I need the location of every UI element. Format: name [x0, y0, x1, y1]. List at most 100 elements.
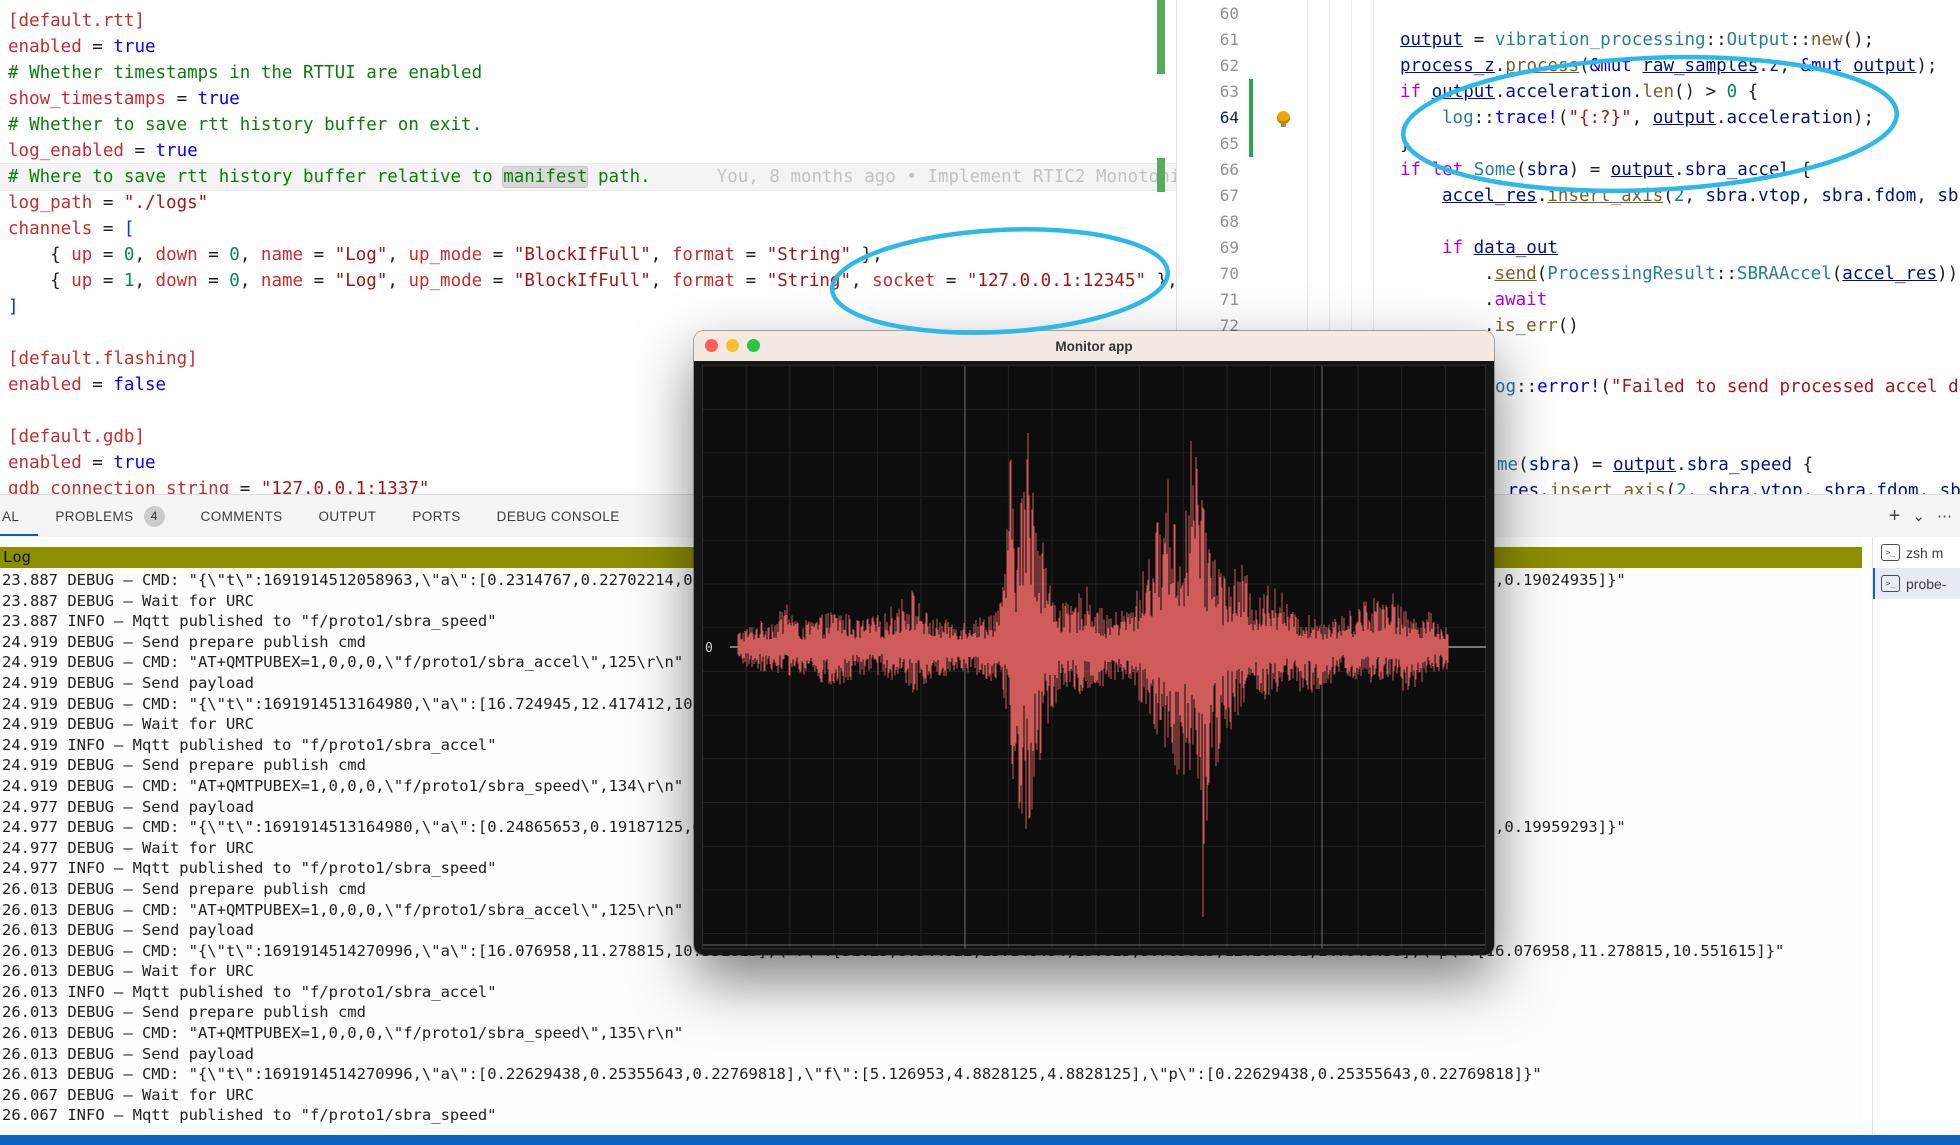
code-token: (	[1518, 455, 1529, 475]
code-token: ,	[134, 245, 155, 265]
code-token	[1421, 82, 1432, 102]
gutter-change-bar	[1249, 131, 1253, 157]
code-token: log_path	[8, 193, 92, 213]
code-token: sbra	[1708, 481, 1750, 494]
rust-code-line: 67 accel_res.insert_axis(2, sbra.vtop, sb…	[1177, 183, 1960, 209]
waveform-chart: 0	[702, 365, 1486, 949]
close-button[interactable]	[705, 339, 718, 352]
terminal-dropdown-button[interactable]: ⌄	[1912, 507, 1925, 525]
code-token: "Failed to send processed accel da	[1611, 377, 1960, 397]
code-token: ();	[1843, 30, 1875, 50]
code-token: "Log"	[335, 245, 388, 265]
code-token: process	[1505, 56, 1579, 76]
code-token: [default.rtt]	[8, 11, 145, 31]
code-token: len	[1642, 82, 1674, 102]
new-terminal-button[interactable]: +	[1889, 505, 1901, 528]
tab-problems[interactable]: PROBLEMS4	[55, 506, 164, 527]
terminal-list-item-zsh-m[interactable]: >_zsh m	[1873, 537, 1960, 568]
code-token: output	[1400, 30, 1463, 50]
code-token: # Whether to save rtt history buffer on …	[8, 115, 482, 135]
code-token: 0	[1727, 82, 1738, 102]
code-token: socket	[872, 271, 935, 291]
rust-code-line: 71.await	[1177, 287, 1960, 313]
tab-label: DEBUG CONSOLE	[497, 509, 620, 524]
code-token: ,	[651, 245, 672, 265]
code-token: ,	[240, 245, 261, 265]
tab-label: PROBLEMS	[55, 509, 133, 524]
code-token: ::	[1706, 30, 1727, 50]
lightbulb-icon[interactable]	[1277, 111, 1290, 124]
code-token: &mut	[1590, 56, 1632, 76]
code-token: process_z	[1400, 56, 1495, 76]
log-line: 26.013 DEBUG – CMD: "AT+QMTPUBEX=1,0,0,0…	[0, 1023, 1862, 1044]
code-token: ,	[1919, 481, 1940, 494]
more-actions-button[interactable]: ⋯	[1937, 507, 1952, 525]
code-token: "BlockIfFull"	[514, 245, 651, 265]
code-token: =	[166, 89, 198, 109]
code-token: accel_res	[1842, 264, 1937, 284]
tab-al[interactable]: AL	[2, 509, 19, 524]
code-token: let	[1432, 160, 1464, 180]
code-token: 0	[229, 245, 240, 265]
code-token: true	[156, 141, 198, 161]
log-line: 26.013 INFO – Mqtt published to "f/proto…	[0, 982, 1862, 1003]
code-token: down	[156, 245, 198, 265]
code-token: name	[261, 245, 303, 265]
code-token: sbra	[1705, 186, 1747, 206]
code-text: accel_res.insert_axis(2, sbra.vtop, sbra…	[1442, 183, 1960, 209]
toml-code-line: log_enabled = true	[0, 138, 1176, 164]
code-token: },	[1146, 271, 1176, 291]
overview-ruler-change-mark	[1157, 0, 1165, 74]
code-token: ,	[1684, 186, 1705, 206]
code-token: ,	[1916, 186, 1937, 206]
monitor-app-window[interactable]: Monitor app 0	[694, 331, 1494, 955]
code-token: Output	[1727, 30, 1790, 50]
toml-code-line: log_path = "./logs"	[0, 190, 1176, 216]
rust-code-line: 64log::trace!("{:?}", output.acceleratio…	[1177, 105, 1960, 131]
clipped-code-fragment: me(sbra) = output.sbra_speed {	[1497, 452, 1813, 478]
rust-code-line: 61output = vibration_processing::Output:…	[1177, 27, 1960, 53]
toml-code-line: { up = 0, down = 0, name = "Log", up_mod…	[0, 242, 1176, 268]
code-token: ()	[1558, 316, 1579, 336]
monitor-titlebar[interactable]: Monitor app	[694, 331, 1494, 361]
code-token: {	[1790, 160, 1811, 180]
code-token: .	[1674, 160, 1685, 180]
terminal-list-item-probe-[interactable]: >_probe-	[1873, 568, 1960, 599]
line-number: 62	[1177, 53, 1239, 79]
code-text: process_z.process(&mut raw_samples.z, &m…	[1400, 53, 1937, 79]
code-token: &mut	[1800, 56, 1842, 76]
zoom-button[interactable]	[747, 339, 760, 352]
line-number: 67	[1177, 183, 1239, 209]
log-line: 26.013 DEBUG – Send prepare publish cmd	[0, 1002, 1862, 1023]
rust-code-line: 70.send(ProcessingResult::SBRAAccel(acce…	[1177, 261, 1960, 287]
monitor-chart-area: 0	[694, 361, 1494, 955]
code-token: =	[124, 141, 156, 161]
code-text: if output.acceleration.len() > 0 {	[1400, 79, 1758, 105]
code-token: trace!	[1495, 108, 1558, 128]
code-token: [default.flashing]	[8, 349, 198, 369]
code-token: ::	[1474, 108, 1495, 128]
tab-comments[interactable]: COMMENTS	[201, 509, 283, 524]
code-token: (	[1558, 108, 1569, 128]
status-bar	[0, 1135, 1960, 1145]
toml-code-line: show_timestamps = true	[0, 86, 1176, 112]
code-token: vibration_processing	[1495, 30, 1706, 50]
tab-output[interactable]: OUTPUT	[319, 509, 377, 524]
code-token: ::	[1716, 264, 1737, 284]
code-token: "127.0.0.1:1337"	[261, 479, 430, 494]
code-token: =	[735, 245, 767, 265]
code-token: =	[82, 37, 114, 57]
code-token: accel_res	[1442, 186, 1537, 206]
code-token: ProcessingResult	[1547, 264, 1716, 284]
code-token: raw_samples	[1642, 56, 1758, 76]
code-token: enabled	[8, 453, 82, 473]
tab-debug-console[interactable]: DEBUG CONSOLE	[497, 509, 620, 524]
code-token: show_timestamps	[8, 89, 166, 109]
code-token: =	[82, 453, 114, 473]
code-token: 1	[124, 271, 135, 291]
tab-ports[interactable]: PORTS	[412, 509, 460, 524]
code-token: ,	[1800, 186, 1821, 206]
toml-code-line: # Whether timestamps in the RTTUI are en…	[0, 60, 1176, 86]
minimize-button[interactable]	[726, 339, 739, 352]
code-token: {	[1737, 82, 1758, 102]
